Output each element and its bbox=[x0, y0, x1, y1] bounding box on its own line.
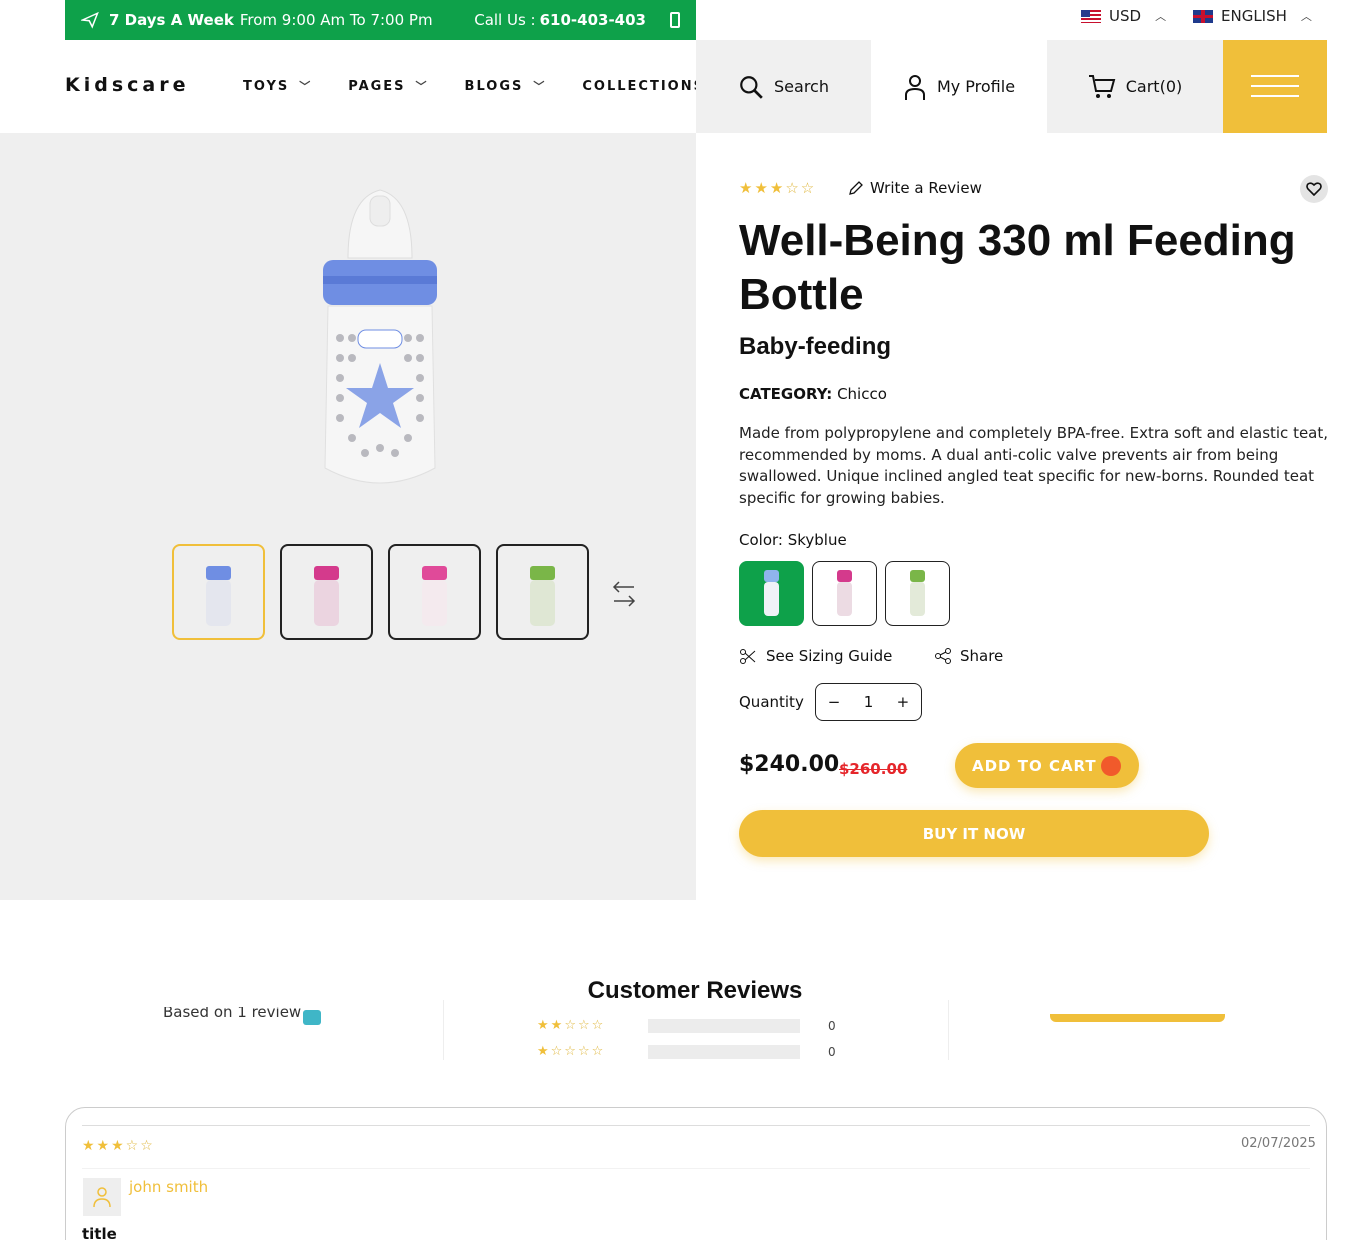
product-category: CATEGORY: Chicco bbox=[739, 385, 887, 403]
product-description: Made from polypropylene and completely B… bbox=[739, 424, 1329, 507]
review-title: title bbox=[82, 1225, 117, 1240]
compare-price: $260.00 bbox=[839, 760, 908, 778]
price: $240.00 bbox=[739, 752, 840, 777]
color-swatch-pink[interactable] bbox=[812, 561, 877, 626]
minus-icon[interactable]: − bbox=[828, 693, 841, 711]
rating-bar bbox=[648, 1045, 800, 1059]
product-rating: ★★★☆☆ bbox=[739, 179, 817, 197]
swap-arrows-icon[interactable] bbox=[612, 580, 636, 608]
quantity-label: Quantity bbox=[739, 693, 804, 711]
share-button[interactable]: Share bbox=[934, 647, 1003, 665]
thumbnail-skyblue[interactable] bbox=[172, 544, 265, 640]
rating-count: 0 bbox=[828, 1045, 836, 1059]
user-icon bbox=[93, 1187, 111, 1208]
chevron-down-icon: ︿ bbox=[1155, 10, 1167, 23]
search-icon bbox=[740, 75, 763, 99]
nav-item-pages[interactable]: PAGES ﹀ bbox=[348, 78, 428, 94]
thumbnail-green[interactable] bbox=[496, 544, 589, 640]
buy-now-button[interactable]: BUY IT NOW bbox=[739, 810, 1209, 857]
product-main-image[interactable] bbox=[320, 188, 440, 488]
cart-button[interactable]: Cart(0) bbox=[1047, 40, 1223, 133]
paper-plane-icon bbox=[81, 11, 99, 29]
main-nav: TOYS﹀ PAGES﹀ BLOGS﹀ COLLECTIONS﹀ bbox=[243, 78, 728, 94]
write-review-link[interactable]: Write a Review bbox=[848, 179, 982, 197]
share-icon bbox=[935, 648, 951, 664]
reviews-heading: Customer Reviews bbox=[587, 977, 803, 1004]
language-selector[interactable]: ENGLISH ︿ bbox=[1193, 0, 1312, 32]
chevron-down-icon: ︿ bbox=[1300, 10, 1312, 23]
nav-item-toys[interactable]: TOYS ﹀ bbox=[243, 78, 312, 94]
thumbnail-pink-alt[interactable] bbox=[388, 544, 481, 640]
mobile-icon bbox=[670, 12, 680, 28]
days-text: 7 Days A Week bbox=[109, 11, 234, 29]
rating-count: 0 bbox=[828, 1019, 836, 1033]
user-icon bbox=[904, 74, 925, 100]
hamburger-menu-button[interactable] bbox=[1223, 40, 1327, 133]
cart-icon bbox=[1101, 755, 1121, 776]
color-label: Color: Skyblue bbox=[739, 531, 847, 549]
site-logo[interactable]: Kidscare bbox=[65, 74, 190, 96]
call-us[interactable]: Call Us :610-403-403 bbox=[474, 11, 680, 29]
write-review-button[interactable] bbox=[1050, 1014, 1225, 1022]
product-subtitle: Baby-feeding bbox=[739, 333, 892, 360]
pencil-icon bbox=[849, 181, 863, 195]
category-link[interactable]: Chicco bbox=[837, 385, 887, 403]
search-button[interactable]: Search bbox=[696, 40, 871, 133]
avatar bbox=[83, 1178, 121, 1216]
us-flag-icon bbox=[1081, 9, 1101, 23]
thumbnail-pink[interactable] bbox=[280, 544, 373, 640]
quantity-stepper[interactable]: − 1 + bbox=[815, 683, 922, 721]
profile-button[interactable]: My Profile bbox=[871, 40, 1047, 133]
review-rating: ★★★☆☆ bbox=[82, 1138, 155, 1154]
review-card: ★★★☆☆ 02/07/2025 john smith title bbox=[65, 1107, 1327, 1240]
add-to-cart-button[interactable]: ADD TO CART bbox=[955, 743, 1139, 788]
rating-row-1-star[interactable]: ★☆☆☆☆ bbox=[537, 1044, 605, 1059]
phone-number[interactable]: 610-403-403 bbox=[540, 11, 646, 29]
verified-icon bbox=[303, 1010, 321, 1025]
rating-bar bbox=[648, 1019, 800, 1033]
hours-text: From 9:00 Am To 7:00 Pm bbox=[239, 11, 433, 29]
heart-icon bbox=[1306, 182, 1322, 196]
color-swatch-green[interactable] bbox=[885, 561, 950, 626]
plus-icon[interactable]: + bbox=[897, 693, 910, 711]
color-swatch-skyblue[interactable] bbox=[739, 561, 804, 626]
nav-item-blogs[interactable]: BLOGS ﹀ bbox=[465, 78, 547, 94]
currency-selector[interactable]: USD ︿ bbox=[1081, 0, 1166, 32]
review-date: 02/07/2025 bbox=[1241, 1136, 1316, 1151]
product-title: Well-Being 330 ml Feeding Bottle bbox=[739, 216, 1296, 319]
wishlist-button[interactable] bbox=[1300, 175, 1328, 203]
reviews-summary: Based on 1 review bbox=[163, 1007, 302, 1021]
review-author: john smith bbox=[129, 1178, 209, 1196]
cart-icon bbox=[1088, 74, 1116, 98]
quantity-value[interactable]: 1 bbox=[864, 693, 874, 711]
uk-flag-icon bbox=[1193, 9, 1213, 23]
announcement-bar: 7 Days A Week From 9:00 Am To 7:00 Pm Ca… bbox=[65, 0, 696, 40]
scissors-icon bbox=[740, 648, 756, 664]
rating-row-2-stars[interactable]: ★★☆☆☆ bbox=[537, 1018, 605, 1033]
sizing-guide-link[interactable]: See Sizing Guide bbox=[739, 647, 892, 665]
